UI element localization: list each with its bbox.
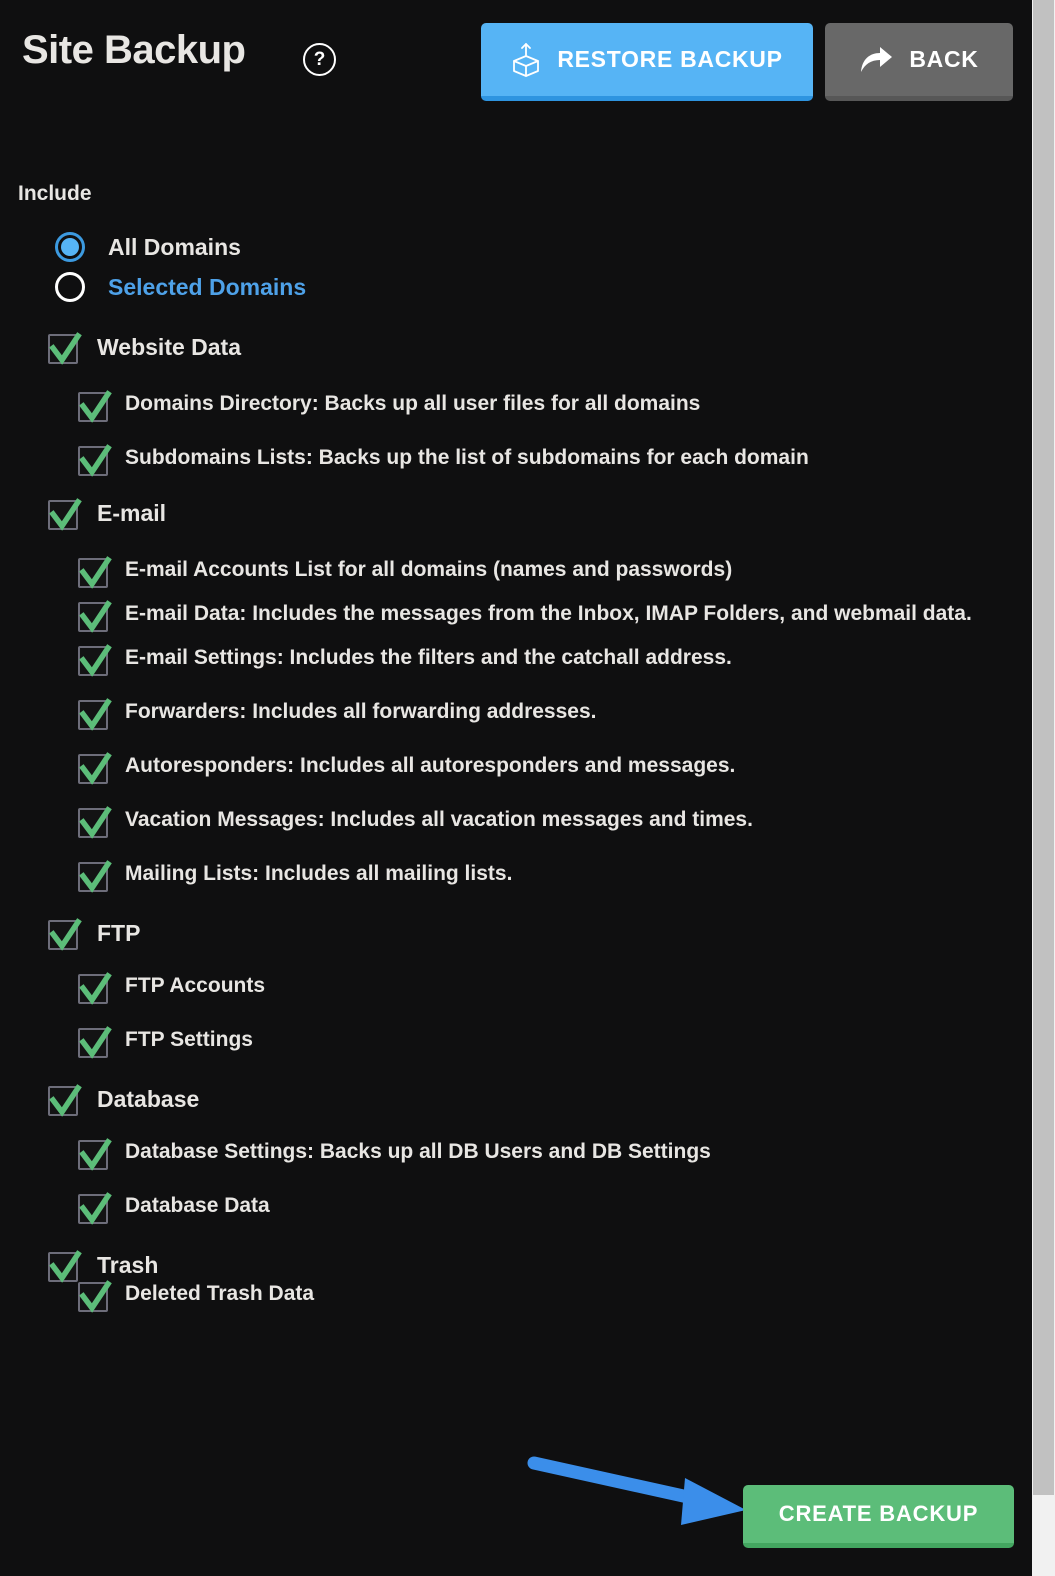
include-section-label: Include	[18, 182, 92, 205]
checkbox-label: E-mail	[97, 500, 167, 526]
checkbox-row[interactable]: Website Data	[0, 332, 1010, 365]
checkbox-checked-icon[interactable]	[78, 698, 112, 731]
create-backup-button[interactable]: CREATE BACKUP	[743, 1485, 1014, 1548]
checkbox-checked-icon[interactable]	[48, 1084, 82, 1117]
checkbox-row[interactable]: E-mail Accounts List for all domains (na…	[0, 556, 1010, 589]
radio-selected-domains-indicator	[55, 272, 85, 302]
backup-options-tree: Website Data Domains Directory: Backs up …	[0, 332, 1010, 1326]
create-backup-label: CREATE BACKUP	[778, 1501, 979, 1526]
help-glyph: ?	[303, 43, 336, 76]
checkbox-row[interactable]: Vacation Messages: Includes all vacation…	[0, 806, 1010, 839]
checkbox-row[interactable]: FTP	[0, 918, 1010, 951]
radio-selected-domains[interactable]: Selected Domains	[55, 272, 306, 302]
checkbox-row[interactable]: Domains Directory: Backs up all user fil…	[0, 390, 1010, 423]
radio-all-domains-label: All Domains	[108, 233, 241, 260]
checkbox-checked-icon[interactable]	[78, 1026, 112, 1059]
checkbox-label: E-mail Accounts List for all domains (na…	[125, 558, 733, 581]
restore-backup-button[interactable]: RESTORE BACKUP	[481, 23, 813, 101]
checkbox-row[interactable]: Trash	[0, 1250, 1010, 1283]
radio-all-domains-indicator	[55, 232, 85, 262]
checkbox-label: Mailing Lists: Includes all mailing list…	[125, 862, 513, 885]
checkbox-checked-icon[interactable]	[78, 860, 112, 893]
checkbox-row[interactable]: Autoresponders: Includes all autorespond…	[0, 752, 1010, 785]
question-mark-circle-icon[interactable]: ?	[303, 43, 336, 76]
checkbox-row[interactable]: Database Data	[0, 1192, 1010, 1225]
page-scrollbar-track[interactable]	[1032, 0, 1055, 1576]
radio-dot-icon	[61, 238, 79, 256]
checkbox-row[interactable]: Database	[0, 1084, 1010, 1117]
checkbox-label: Deleted Trash Data	[125, 1282, 315, 1305]
checkbox-label: Database Settings: Backs up all DB Users…	[125, 1140, 711, 1163]
back-label: BACK	[909, 46, 979, 72]
checkbox-checked-icon[interactable]	[78, 752, 112, 785]
checkbox-label: E-mail Settings: Includes the filters an…	[125, 646, 732, 669]
checkbox-checked-icon[interactable]	[48, 918, 82, 951]
checkbox-checked-icon[interactable]	[78, 444, 112, 477]
checkbox-checked-icon[interactable]	[78, 972, 112, 1005]
checkbox-row[interactable]: Mailing Lists: Includes all mailing list…	[0, 860, 1010, 893]
radio-selected-domains-label: Selected Domains	[108, 273, 307, 300]
checkbox-label: FTP Settings	[125, 1028, 253, 1051]
checkbox-checked-icon[interactable]	[48, 498, 82, 531]
checkbox-checked-icon[interactable]	[78, 1192, 112, 1225]
checkbox-label: Database Data	[125, 1194, 270, 1217]
checkbox-checked-icon[interactable]	[78, 1280, 112, 1313]
checkbox-checked-icon[interactable]	[78, 556, 112, 589]
checkbox-row[interactable]: Subdomains Lists: Backs up the list of s…	[0, 444, 1010, 477]
page-scrollbar-thumb[interactable]	[1033, 0, 1054, 1495]
restore-backup-label: RESTORE BACKUP	[557, 46, 783, 72]
page-title: Site Backup	[22, 28, 246, 72]
checkbox-label: FTP Accounts	[125, 974, 266, 997]
blue-pointer-arrow-annotation	[515, 1440, 765, 1540]
checkbox-checked-icon[interactable]	[48, 1250, 82, 1283]
checkbox-row[interactable]: E-mail	[0, 498, 1010, 531]
checkbox-label: Database	[97, 1086, 200, 1112]
site-backup-page: Site Backup ? RESTORE BACKUP BACK Includ…	[0, 0, 1055, 1576]
checkbox-label: E-mail Data: Includes the messages from …	[125, 602, 972, 625]
checkbox-label: Vacation Messages: Includes all vacation…	[125, 808, 753, 831]
checkbox-row[interactable]: Forwarders: Includes all forwarding addr…	[0, 698, 1010, 731]
checkbox-row[interactable]: FTP Accounts	[0, 972, 1010, 1005]
checkbox-row[interactable]: Database Settings: Backs up all DB Users…	[0, 1138, 1010, 1171]
checkbox-checked-icon[interactable]	[78, 806, 112, 839]
checkbox-label: Autoresponders: Includes all autorespond…	[125, 754, 736, 777]
checkbox-label: Forwarders: Includes all forwarding addr…	[125, 700, 597, 723]
checkbox-label: Domains Directory: Backs up all user fil…	[125, 392, 701, 415]
checkbox-row[interactable]: E-mail Data: Includes the messages from …	[0, 600, 1010, 633]
package-upload-icon	[511, 42, 541, 77]
page-header: Site Backup ? RESTORE BACKUP BACK	[0, 0, 1032, 120]
checkbox-checked-icon[interactable]	[78, 1138, 112, 1171]
back-button[interactable]: BACK	[825, 23, 1013, 101]
radio-all-domains[interactable]: All Domains	[55, 232, 241, 262]
checkbox-label: Subdomains Lists: Backs up the list of s…	[125, 446, 809, 469]
forward-arrow-icon	[859, 46, 893, 74]
checkbox-label: Website Data	[97, 334, 242, 360]
checkbox-row[interactable]: E-mail Settings: Includes the filters an…	[0, 644, 1010, 677]
checkbox-checked-icon[interactable]	[48, 332, 82, 365]
checkbox-label: Trash	[97, 1252, 159, 1278]
checkbox-row[interactable]: FTP Settings	[0, 1026, 1010, 1059]
checkbox-checked-icon[interactable]	[78, 644, 112, 677]
checkbox-checked-icon[interactable]	[78, 600, 112, 633]
checkbox-label: FTP	[97, 920, 141, 946]
checkbox-row[interactable]: Deleted Trash Data	[0, 1280, 1010, 1313]
checkbox-checked-icon[interactable]	[78, 390, 112, 423]
